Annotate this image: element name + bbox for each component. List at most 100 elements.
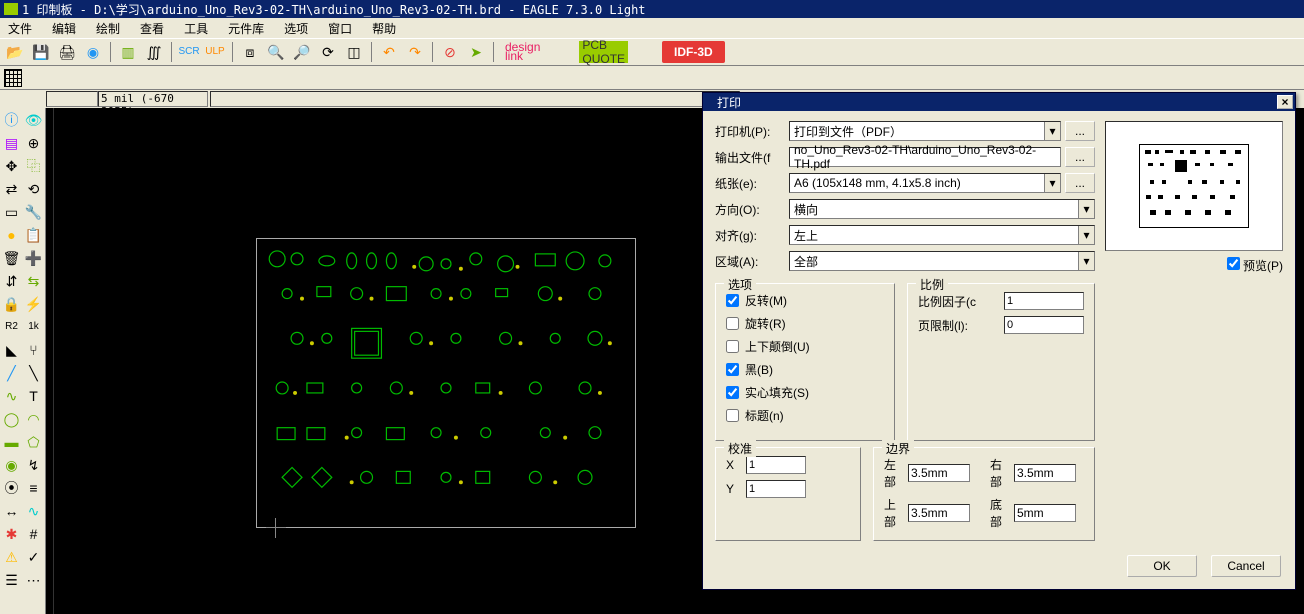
- group-tool-icon[interactable]: ▭: [1, 201, 22, 223]
- dimension-tool-icon[interactable]: ↔: [1, 500, 22, 522]
- change-tool-icon[interactable]: 🔧: [23, 201, 44, 223]
- layers-tool-icon[interactable]: ▤: [1, 132, 22, 154]
- ripup-tool-icon[interactable]: ╲: [23, 362, 44, 384]
- smash-tool-icon[interactable]: ⚡: [23, 293, 44, 315]
- chevron-down-icon[interactable]: ▾: [1078, 226, 1094, 244]
- route-tool-icon[interactable]: ╱: [1, 362, 22, 384]
- board-icon[interactable]: ▥: [117, 41, 139, 63]
- paste-tool-icon[interactable]: 📋: [23, 224, 44, 246]
- arc-tool-icon[interactable]: ◠: [23, 408, 44, 430]
- wire-tool-icon[interactable]: ∿: [1, 385, 22, 407]
- add-tool-icon[interactable]: ➕: [23, 247, 44, 269]
- chevron-down-icon[interactable]: ▾: [1044, 174, 1060, 192]
- pinswap-tool-icon[interactable]: ⇵: [1, 270, 22, 292]
- info-tool-icon[interactable]: ⓘ: [1, 109, 22, 131]
- area-combo[interactable]: 全部▾: [789, 251, 1095, 271]
- sheet-icon[interactable]: ∭: [143, 41, 165, 63]
- output-field[interactable]: no_Uno_Rev3-02-TH\arduino_Uno_Rev3-02-TH…: [789, 147, 1061, 167]
- menu-edit[interactable]: 编辑: [52, 20, 76, 37]
- copy-tool-icon[interactable]: ⿻: [23, 155, 44, 177]
- text-tool-icon[interactable]: T: [23, 385, 44, 407]
- menu-window[interactable]: 窗口: [328, 20, 352, 37]
- pcbquote-button[interactable]: PCB QUOTE: [579, 41, 628, 63]
- caption-checkbox[interactable]: [726, 409, 739, 422]
- zoom-in-icon[interactable]: 🔍: [265, 41, 287, 63]
- menu-help[interactable]: 帮助: [372, 20, 396, 37]
- save-icon[interactable]: 💾: [30, 41, 52, 63]
- mirror-tool-icon[interactable]: ⇄: [1, 178, 22, 200]
- cam-icon[interactable]: ◉: [82, 41, 104, 63]
- chevron-down-icon[interactable]: ▾: [1078, 200, 1094, 218]
- solid-checkbox[interactable]: [726, 386, 739, 399]
- value-tool-icon[interactable]: 1k: [23, 316, 44, 338]
- border-left-input[interactable]: [908, 464, 970, 482]
- black-checkbox[interactable]: [726, 363, 739, 376]
- close-icon[interactable]: ×: [1277, 95, 1293, 109]
- idf3d-button[interactable]: IDF-3D: [662, 41, 725, 63]
- split-tool-icon[interactable]: ⑂: [23, 339, 44, 361]
- rotate-tool-icon[interactable]: ⟲: [23, 178, 44, 200]
- cut-tool-icon[interactable]: ●: [1, 224, 22, 246]
- polygon-tool-icon[interactable]: ⬠: [23, 431, 44, 453]
- lock-tool-icon[interactable]: 🔒: [1, 293, 22, 315]
- mirror-checkbox[interactable]: [726, 294, 739, 307]
- rotate-checkbox[interactable]: [726, 317, 739, 330]
- paper-combo[interactable]: A6 (105x148 mm, 4.1x5.8 inch)▾: [789, 173, 1061, 193]
- page-limit-input[interactable]: [1004, 316, 1084, 334]
- command-input[interactable]: [210, 91, 740, 107]
- chevron-down-icon[interactable]: ▾: [1078, 252, 1094, 270]
- circle-tool-icon[interactable]: ◯: [1, 408, 22, 430]
- redo-icon[interactable]: ↷: [404, 41, 426, 63]
- orient-combo[interactable]: 横向▾: [789, 199, 1095, 219]
- menu-tools[interactable]: 工具: [184, 20, 208, 37]
- hole-tool-icon[interactable]: ⦿: [1, 477, 22, 499]
- move-tool-icon[interactable]: ✥: [1, 155, 22, 177]
- align-combo[interactable]: 左上▾: [789, 225, 1095, 245]
- ratsnest-tool-icon[interactable]: ✱: [1, 523, 22, 545]
- miter-tool-icon[interactable]: ◣: [1, 339, 22, 361]
- zoom-fit-icon[interactable]: ⧈: [239, 41, 261, 63]
- delete-tool-icon[interactable]: 🗑: [1, 247, 22, 269]
- auto-tool-icon[interactable]: #: [23, 523, 44, 545]
- scale-factor-input[interactable]: [1004, 292, 1084, 310]
- calib-y-input[interactable]: [746, 480, 806, 498]
- chevron-down-icon[interactable]: ▾: [1044, 122, 1060, 140]
- meander-tool-icon[interactable]: ∿: [23, 500, 44, 522]
- menu-draw[interactable]: 绘制: [96, 20, 120, 37]
- grid-icon[interactable]: [4, 69, 22, 87]
- dialog-titlebar[interactable]: 打印 ×: [703, 93, 1295, 111]
- printer-combo[interactable]: 打印到文件（PDF）▾: [789, 121, 1061, 141]
- menu-options[interactable]: 选项: [284, 20, 308, 37]
- go-icon[interactable]: ➤: [465, 41, 487, 63]
- drc-tool-icon[interactable]: ✓: [23, 546, 44, 568]
- calib-x-input[interactable]: [746, 456, 806, 474]
- errors-tool-icon[interactable]: ☰: [1, 569, 22, 591]
- open-icon[interactable]: 📂: [4, 41, 26, 63]
- output-browse-button[interactable]: ...: [1065, 147, 1095, 167]
- ulp-icon[interactable]: ULP: [204, 41, 226, 63]
- undo-icon[interactable]: ↶: [378, 41, 400, 63]
- name-tool-icon[interactable]: R2: [1, 316, 22, 338]
- via-tool-icon[interactable]: ◉: [1, 454, 22, 476]
- preview-checkbox[interactable]: [1227, 257, 1240, 270]
- attribute-tool-icon[interactable]: ≡: [23, 477, 44, 499]
- menu-view[interactable]: 查看: [140, 20, 164, 37]
- ok-button[interactable]: OK: [1127, 555, 1197, 577]
- signal-tool-icon[interactable]: ↯: [23, 454, 44, 476]
- rect-tool-icon[interactable]: ▬: [1, 431, 22, 453]
- menu-file[interactable]: 文件: [8, 20, 32, 37]
- border-bottom-input[interactable]: [1014, 504, 1076, 522]
- stop-icon[interactable]: ⊘: [439, 41, 461, 63]
- print-icon[interactable]: 🖨: [56, 41, 78, 63]
- printer-browse-button[interactable]: ...: [1065, 121, 1095, 141]
- erc-tool-icon[interactable]: ⚠: [1, 546, 22, 568]
- coord-slot-1[interactable]: [46, 91, 98, 107]
- designlink-button[interactable]: design link: [500, 41, 545, 63]
- menu-library[interactable]: 元件库: [228, 20, 264, 37]
- tool-extra-icon[interactable]: ⋯: [23, 569, 44, 591]
- zoom-select-icon[interactable]: ◫: [343, 41, 365, 63]
- zoom-out-icon[interactable]: 🔎: [291, 41, 313, 63]
- paper-browse-button[interactable]: ...: [1065, 173, 1095, 193]
- mark-tool-icon[interactable]: ⊕: [23, 132, 44, 154]
- show-tool-icon[interactable]: 👁: [23, 109, 44, 131]
